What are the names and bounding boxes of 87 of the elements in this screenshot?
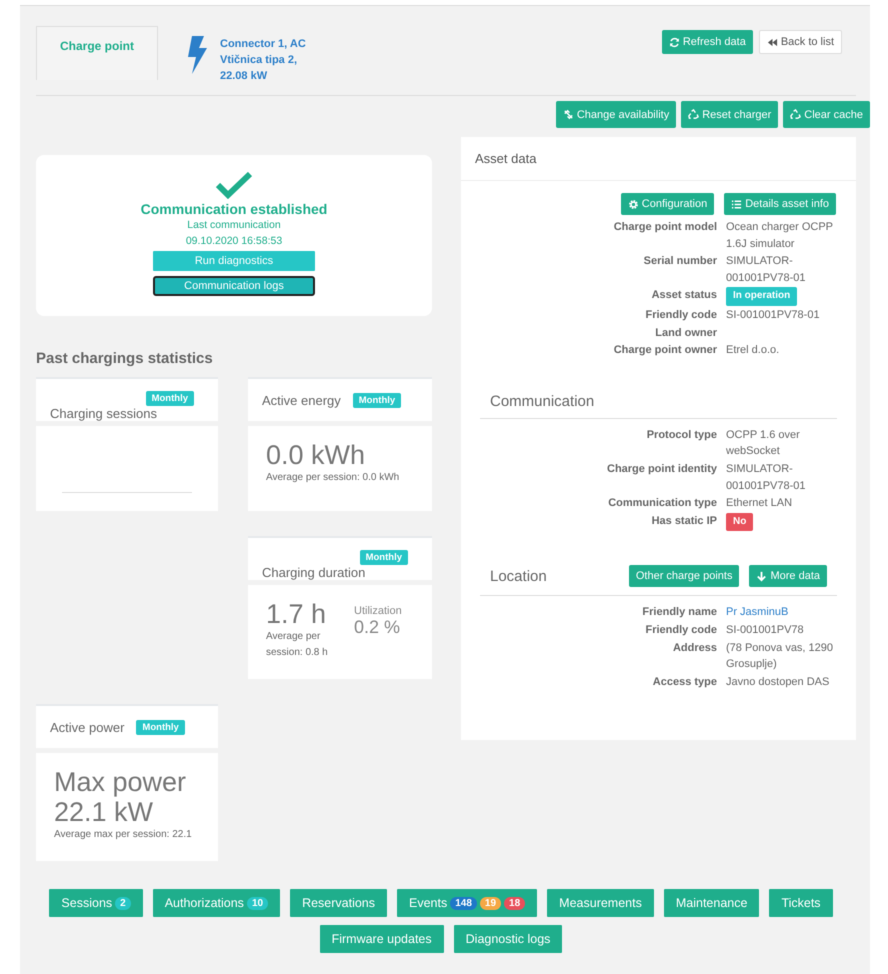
- gear-icon: [628, 198, 639, 210]
- stat-value: 0.0 kWh: [266, 440, 366, 470]
- field-label: Friendly code: [644, 622, 717, 638]
- check-icon: [214, 171, 254, 199]
- panel-button[interactable]: Configuration: [620, 193, 714, 215]
- panel-button[interactable]: Details asset info: [724, 193, 836, 215]
- field-label: Charge point model: [612, 220, 717, 235]
- action-button[interactable]: Reset charger: [681, 101, 778, 128]
- action-button[interactable]: Clear cache: [783, 101, 870, 128]
- field-value: Etrel d.o.o.: [726, 343, 780, 358]
- field-link[interactable]: Pr JasminuB: [726, 604, 834, 621]
- field-label: Protocol type: [646, 428, 717, 443]
- field-label: Serial number: [642, 254, 717, 270]
- field-label: Land owner: [654, 326, 717, 341]
- period-badge[interactable]: Monthly: [136, 720, 185, 734]
- field-label: Has static IP: [650, 514, 717, 529]
- status-button[interactable]: Communication logs: [153, 276, 315, 296]
- refresh-button[interactable]: Refresh data: [662, 30, 753, 54]
- nav-button[interactable]: Authorizations 10: [152, 889, 280, 917]
- period-badge[interactable]: Monthly: [146, 391, 194, 406]
- stat-value: 1.7 h: [266, 599, 328, 629]
- lightning-bolt-icon: [186, 36, 210, 74]
- section-button[interactable]: Other charge points: [628, 565, 740, 588]
- nav-button[interactable]: Firmware updates: [320, 925, 444, 953]
- period-badge[interactable]: Monthly: [352, 392, 402, 408]
- recycle-icon: [688, 109, 700, 120]
- recycle-icon: [790, 109, 802, 120]
- status-title: Communication established: [140, 201, 328, 217]
- field-value: Javno dostopen DAS: [726, 674, 830, 690]
- count-badge: 18: [504, 896, 526, 910]
- count-badge: 19: [480, 896, 502, 910]
- field-value: Ocean charger OCPP 1.6J simulator: [726, 220, 834, 252]
- card-title: Active energy: [262, 392, 341, 408]
- section-title: Past chargings statistics: [36, 350, 214, 367]
- field-value: Ethernet LAN: [726, 496, 794, 512]
- field-value: SI-001001PV78: [726, 622, 805, 638]
- status-time: 09.10.2020 16:58:53: [186, 234, 282, 249]
- action-button[interactable]: Change availability: [556, 101, 676, 128]
- field-label: Address: [672, 640, 717, 656]
- stat-label: Utilization: [354, 605, 402, 617]
- arrow-down-icon: [756, 570, 768, 582]
- nav-button[interactable]: Maintenance: [664, 889, 760, 917]
- tab[interactable]: Charge point: [36, 26, 158, 80]
- field-value: (78 Ponova vas, 1290 Grosuplje): [726, 640, 834, 672]
- nav-button[interactable]: Events 148 19 18: [397, 889, 538, 917]
- field-label: Charge point owner: [612, 343, 717, 358]
- field-label: Access type: [652, 674, 717, 690]
- panel-title: Asset data: [461, 137, 856, 181]
- stat-value: Max power 22.1 kW: [54, 767, 188, 827]
- field-value: SIMULATOR-001001PV78-01: [726, 254, 807, 286]
- stat-note: Average max per session: 22.1: [54, 828, 193, 842]
- nav-button[interactable]: Measurements: [547, 889, 654, 917]
- field-value: SIMULATOR-001001PV78-01: [726, 462, 807, 494]
- nav-button[interactable]: Sessions 2: [49, 889, 143, 917]
- nav-button[interactable]: Tickets: [769, 889, 833, 917]
- count-badge: 10: [246, 896, 268, 910]
- stat-value: 0.2 %: [354, 617, 402, 638]
- field-label: Asset status: [650, 288, 717, 304]
- section-button[interactable]: More data: [749, 565, 827, 588]
- status-button[interactable]: Run diagnostics: [153, 251, 315, 271]
- status-badge: In operation: [726, 287, 798, 306]
- status-badge: No: [726, 512, 754, 532]
- refresh-icon: [668, 36, 680, 48]
- field-label: Friendly code: [644, 308, 717, 323]
- card-title: Charging duration: [262, 565, 366, 580]
- field-label: Charge point identity: [606, 462, 717, 477]
- nav-button[interactable]: Diagnostic logs: [454, 925, 562, 953]
- field-label: Friendly name: [641, 605, 717, 620]
- field-value: SI-001001PV78-01: [726, 308, 821, 323]
- count-badge: 2: [115, 896, 131, 910]
- count-badge: 148: [450, 896, 477, 910]
- status-caption: Last communication: [187, 218, 281, 233]
- back-button[interactable]: Back to list: [758, 30, 842, 54]
- stat-note: Average per session: 0.0 kWh: [266, 471, 400, 485]
- broken-link-icon: [562, 109, 574, 120]
- section-title: Location: [490, 568, 548, 585]
- field-value: OCPP 1.6 over webSocket: [726, 428, 801, 460]
- period-badge[interactable]: Monthly: [360, 550, 408, 565]
- rewind-icon: [766, 36, 778, 48]
- card-title: Active power: [50, 720, 124, 734]
- connector-info: Connector 1, AC Vtičnica tipa 2, 22.08 kW: [220, 37, 306, 84]
- nav-button[interactable]: Reservations: [290, 889, 388, 917]
- list-icon: [731, 198, 742, 210]
- card-title: Charging sessions: [50, 406, 158, 421]
- stat-note: Average per session: 0.8 h: [266, 630, 329, 660]
- section-title: Communication: [490, 392, 596, 410]
- field-label: Communication type: [607, 496, 717, 512]
